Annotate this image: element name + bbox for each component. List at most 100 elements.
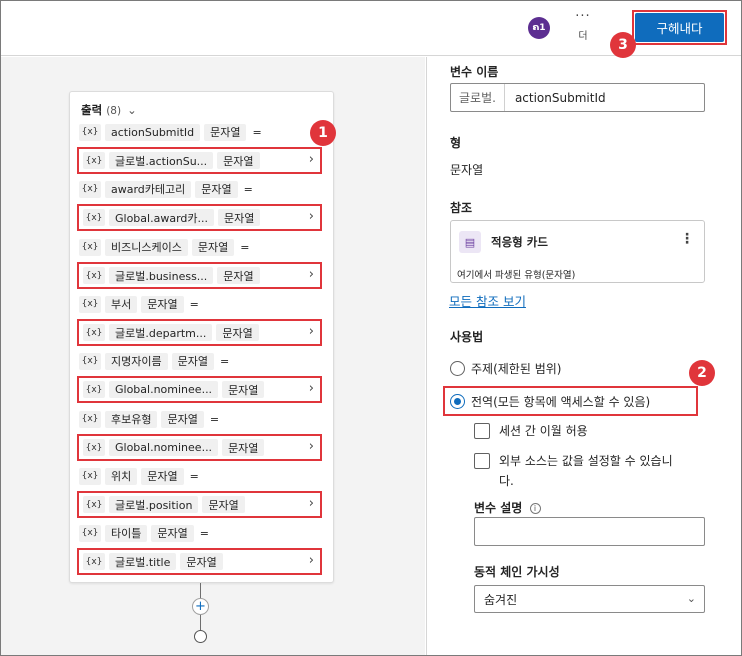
equals-sign: = [189, 297, 199, 311]
output-value-row[interactable]: {x} 글로벌.title 문자열 › [77, 548, 322, 575]
adaptive-card-icon: ▤ [459, 231, 481, 253]
equals-sign: = [189, 469, 199, 483]
checkbox-external-set[interactable]: 외부 소스는 값을 설정할 수 있습니 다. [474, 453, 673, 491]
external-set-line1: 외부 소스는 값을 설정할 수 있습니 [499, 454, 673, 468]
outputs-count: (8) [106, 105, 122, 117]
variable-icon: {x} [79, 238, 101, 256]
output-value-type: 문자열 [202, 496, 245, 513]
radio-topic[interactable]: 주제(제한된 범위) [450, 360, 561, 377]
variable-icon: {x} [79, 410, 101, 428]
chevron-down-icon: ⌄ [127, 103, 137, 117]
output-value-name: Global.award카... [109, 209, 214, 226]
variable-icon: {x} [83, 267, 105, 284]
equals-sign: = [240, 240, 250, 254]
chevron-down-icon: ⌄ [686, 592, 696, 605]
add-node-button[interactable]: + [192, 598, 209, 615]
variable-icon: {x} [79, 180, 101, 198]
output-value-row[interactable]: {x} Global.award카... 문자열 › [77, 204, 322, 231]
description-label-text: 변수 설명 [474, 501, 523, 515]
output-value-row[interactable]: {x} Global.nominee... 문자열 › [77, 376, 322, 403]
reference-card-title: 적응형 카드 [491, 235, 548, 249]
output-value-type: 문자열 [180, 553, 223, 570]
chevron-right-icon: › [308, 209, 314, 224]
avatar[interactable]: ຄ1 [528, 17, 550, 39]
output-variable-name: 지명자이름 [105, 352, 168, 370]
publish-button[interactable]: 구헤내다 [635, 13, 724, 42]
callout-2: 2 [689, 360, 715, 386]
output-variable-name: 부서 [105, 295, 138, 313]
variable-name-field[interactable]: 글로벌. actionSubmitId [450, 83, 705, 112]
app-frame: ຄ1 ··· 더 구헤내다 출력 (8) ⌄ {x} actionSubmitId… [0, 0, 742, 656]
output-value-content: {x} 글로벌.departm... 문자열 [83, 324, 259, 341]
output-variable-type: 문자열 [171, 352, 214, 370]
output-variable-row: {x} 후보유형 문자열 = [79, 410, 219, 428]
variable-icon: {x} [83, 209, 105, 226]
more-options-icon[interactable]: ⋮ [680, 231, 694, 247]
session-carry-box[interactable] [474, 423, 490, 439]
output-variable-row: {x} 비즈니스케이스 문자열 = [79, 238, 249, 256]
output-value-row[interactable]: {x} 글로벌.departm... 문자열 › [77, 319, 322, 346]
output-variable-type: 문자열 [161, 410, 204, 428]
output-value-content: {x} Global.award카... 문자열 [83, 209, 261, 226]
output-value-type: 문자열 [217, 152, 260, 169]
output-value-row[interactable]: {x} 글로벌.business... 문자열 › [77, 262, 322, 289]
reference-card[interactable]: ▤ 적응형 카드 ⋮ 여기에서 파생된 유형(문자열) [450, 220, 705, 283]
radio-global-circle[interactable] [450, 394, 465, 409]
output-value-content: {x} 글로벌.title 문자열 [83, 553, 223, 570]
equals-sign: = [243, 182, 253, 196]
external-set-box[interactable] [474, 453, 490, 469]
external-set-label: 외부 소스는 값을 설정할 수 있습니 다. [499, 451, 673, 491]
equals-sign: = [219, 354, 230, 368]
output-value-name: Global.nominee... [109, 381, 219, 398]
variable-prefix: 글로벌. [451, 84, 505, 111]
output-value-type: 문자열 [217, 267, 260, 284]
output-variable-name: award카테고리 [105, 180, 192, 198]
variable-name-value: actionSubmitId [514, 90, 606, 105]
output-variable-type: 문자열 [195, 180, 238, 198]
checkbox-session-carry[interactable]: 세션 간 이월 허용 [474, 423, 588, 441]
output-variable-name: 후보유형 [105, 410, 158, 428]
more-button[interactable]: ··· 더 [569, 9, 597, 42]
radio-topic-circle[interactable] [450, 361, 465, 376]
variable-description-input[interactable] [474, 517, 705, 546]
info-icon[interactable]: i [529, 503, 541, 514]
output-value-content: {x} Global.nominee... 문자열 [83, 439, 265, 456]
output-value-type: 문자열 [222, 381, 265, 398]
output-value-content: {x} 글로벌.business... 문자열 [83, 267, 260, 284]
output-variable-row: {x} award카테고리 문자열 = [79, 180, 253, 198]
more-icon: ··· [575, 9, 591, 24]
callout-3: 3 [610, 32, 636, 58]
visibility-select[interactable]: 숨겨진 ⌄ [474, 585, 705, 613]
flow-end-node [194, 630, 207, 643]
output-variable-type: 문자열 [141, 295, 184, 313]
output-value-name: 글로벌.departm... [109, 324, 213, 341]
output-variable-name: 비즈니스케이스 [105, 238, 188, 256]
more-label: 더 [578, 31, 588, 42]
variable-icon: {x} [79, 524, 101, 542]
outputs-header[interactable]: 출력 (8) ⌄ [81, 102, 137, 118]
chevron-right-icon: › [308, 152, 314, 167]
radio-global[interactable]: 전역(모든 항목에 액세스할 수 있음) [450, 393, 650, 410]
output-variable-row: {x} 위치 문자열 = [79, 467, 199, 485]
output-value-content: {x} 글로벌.actionSu... 문자열 [83, 152, 260, 169]
view-all-references-link[interactable]: 모든 참조 보기 [449, 291, 526, 310]
variable-icon: {x} [83, 553, 105, 570]
outputs-title: 출력 [81, 103, 103, 117]
external-set-line2: 다. [499, 474, 514, 488]
output-value-row[interactable]: {x} 글로벌.position 문자열 › [77, 491, 322, 518]
chevron-right-icon: › [308, 381, 314, 396]
variable-icon: {x} [79, 123, 101, 141]
output-value-name: 글로벌.actionSu... [109, 152, 214, 169]
chevron-right-icon: › [308, 439, 314, 454]
chevron-right-icon: › [308, 324, 314, 339]
output-value-row[interactable]: {x} Global.nominee... 문자열 › [77, 434, 322, 461]
variable-icon: {x} [79, 352, 101, 370]
radio-topic-label: 주제(제한된 범위) [471, 362, 562, 376]
output-value-row[interactable]: {x} 글로벌.actionSu... 문자열 › [77, 147, 322, 174]
type-value: 문자열 [450, 163, 484, 177]
visibility-value: 숨겨진 [484, 592, 518, 607]
output-variable-name: actionSubmitId [105, 123, 201, 141]
output-variable-name: 위치 [105, 467, 138, 485]
output-value-content: {x} 글로벌.position 문자열 [83, 496, 245, 513]
variable-name-label: 변수 이름 [450, 65, 499, 79]
